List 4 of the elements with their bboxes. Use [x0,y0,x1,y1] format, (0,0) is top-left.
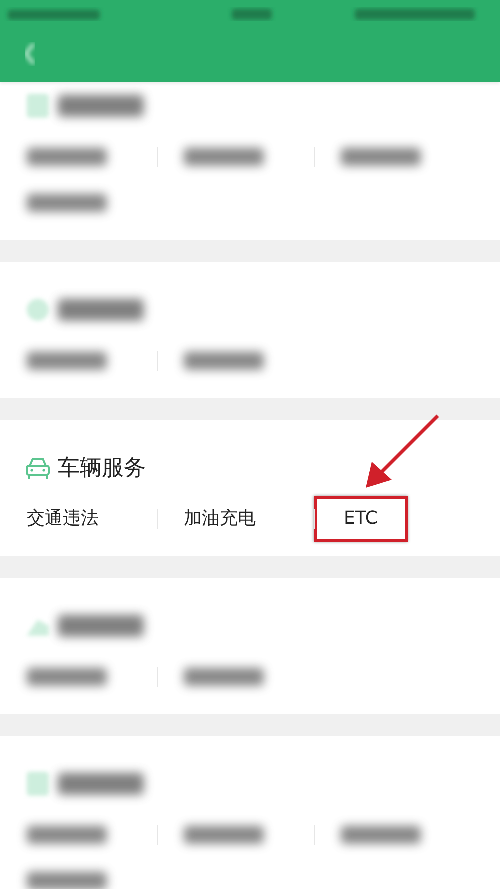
service-link[interactable]: 加油充电 [180,507,260,531]
section-title: 车辆服务 [58,455,146,483]
service-link[interactable]: 交通违法 [23,507,103,531]
service-link[interactable]: ETC [314,496,408,542]
